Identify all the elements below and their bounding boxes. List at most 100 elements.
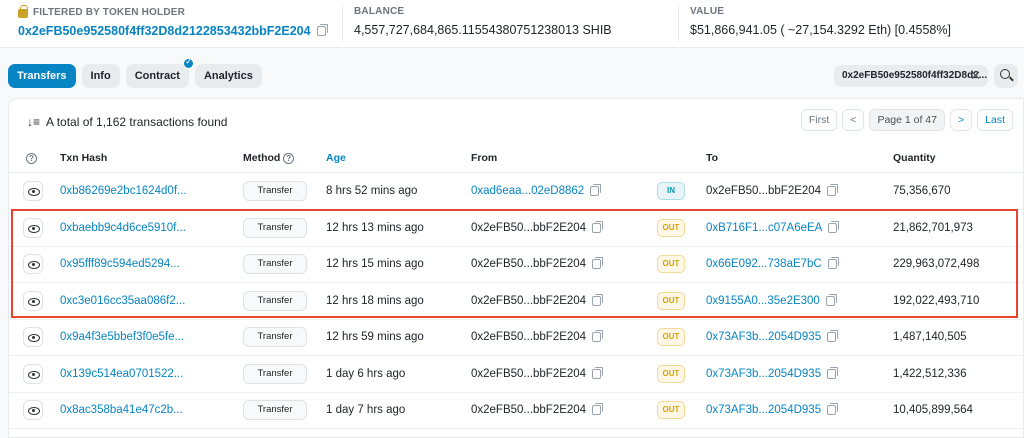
page-info: Page 1 of 47 (869, 109, 945, 131)
divider (678, 6, 679, 42)
direction-badge: OUT (657, 255, 685, 273)
search-button[interactable] (994, 64, 1018, 88)
txn-hash-link[interactable]: 0x8ac358ba41e47c2b... (60, 404, 183, 416)
eye-icon[interactable] (23, 217, 43, 238)
age-cell: 12 hrs 15 mins ago (326, 258, 424, 270)
eye-icon[interactable] (23, 290, 43, 311)
table-row: 0x139c514ea0701522... Transfer 1 day 6 hrs… (9, 357, 1024, 393)
age-cell: 8 hrs 52 mins ago (326, 185, 418, 197)
copy-icon[interactable] (592, 293, 604, 306)
copy-icon[interactable] (827, 257, 839, 269)
copy-icon[interactable] (592, 403, 604, 415)
pagination: First < Page 1 of 47 > Last (800, 109, 1013, 131)
from-address[interactable]: 0xad6eaa...02eD8862 (471, 185, 584, 197)
to-address[interactable]: 0x9155A0...35e2E300 (706, 295, 820, 307)
eye-icon[interactable] (23, 327, 43, 347)
tab-contract-label: Contract (134, 70, 180, 82)
table-row: 0x8ac358ba41e47c2b... Transfer 1 day 7 hrs… (9, 393, 1024, 429)
help-icon[interactable]: ? (283, 153, 295, 164)
table-row: 0xc3e016cc35aa086f2... Transfer 12 hrs 18 … (9, 284, 1024, 320)
holder-address-link[interactable]: 0x2eFB50e952580f4ff32D8d2122853432bbF2E2… (18, 24, 311, 38)
copy-icon[interactable] (592, 220, 604, 233)
txn-hash-link[interactable]: 0x9a4f3e5bbef3f0e5fe... (60, 331, 184, 343)
direction-badge: OUT (657, 364, 685, 383)
to-address: 0x2eFB50...bbF2E204 (706, 185, 822, 197)
eye-icon[interactable] (23, 181, 43, 201)
copy-icon[interactable] (827, 403, 839, 415)
method-badge: Transfer (243, 254, 307, 274)
first-page-button[interactable]: First (800, 109, 838, 131)
table-row: 0x95fff89c594ed5294... Transfer 12 hrs 15 … (9, 247, 1024, 283)
quantity-cell: 192,022,493,710 (893, 294, 980, 307)
from-address: 0x2eFB50...bbF2E204 (471, 221, 587, 234)
from-cell: 0x2eFB50...bbF2E204 (471, 366, 604, 380)
eye-icon[interactable] (23, 254, 43, 274)
age-cell: 12 hrs 18 mins ago (326, 294, 424, 307)
tab-transfers[interactable]: Transfers (8, 64, 76, 88)
copy-icon[interactable] (827, 184, 839, 196)
col-method: Method ? (243, 152, 295, 164)
close-icon[interactable]: ✕ (970, 68, 981, 84)
quantity-cell: 1,422,512,336 (893, 367, 967, 380)
to-address[interactable]: 0x66E092...738aE7bC (706, 258, 822, 270)
from-cell: 0x2eFB50...bbF2E204 (471, 220, 604, 234)
method-badge: Transfer (243, 217, 307, 238)
copy-icon[interactable] (828, 220, 840, 233)
value-stat: VALUE $51,866,941.05 ( ~27,154.3292 Eth)… (690, 6, 951, 37)
col-from: From (471, 152, 498, 164)
balance-stat: BALANCE 4,557,727,684,865.11554380751238… (354, 6, 612, 37)
sort-icon[interactable]: ↓≡ (27, 115, 40, 129)
next-page-button[interactable]: > (950, 109, 973, 131)
age-cell: 1 day 7 hrs ago (326, 404, 406, 416)
txn-hash-link[interactable]: 0xb86269e2bc1624d0f... (60, 185, 187, 197)
to-address[interactable]: 0x73AF3b...2054D935 (706, 368, 821, 380)
help-icon[interactable]: ? (26, 153, 37, 164)
copy-icon[interactable] (592, 330, 604, 342)
prev-page-button[interactable]: < (842, 109, 865, 131)
copy-icon[interactable] (316, 24, 328, 36)
tab-contract[interactable]: Contract ✓ (125, 58, 194, 88)
col-age[interactable]: Age (326, 152, 346, 164)
address-filter-pill: 0x2eFB50e952580f4ff32D8d2... ✕ (834, 65, 988, 87)
to-address[interactable]: 0x73AF3b...2054D935 (706, 331, 821, 343)
quantity-cell: 229,963,072,498 (893, 258, 980, 270)
table-header: ? Txn Hash Method ? Age From To Quantity (9, 149, 1024, 169)
txn-hash-link[interactable]: 0x139c514ea0701522... (60, 368, 183, 380)
balance-value: 4,557,727,684,865.11554380751238013 SHIB (354, 23, 612, 37)
direction-badge: OUT (657, 401, 685, 419)
from-address: 0x2eFB50...bbF2E204 (471, 258, 587, 270)
summary-text: A total of 1,162 transactions found (46, 115, 228, 129)
token-holder-summary: FILTERED BY TOKEN HOLDER 0x2eFB50e952580… (0, 0, 1024, 48)
direction-badge: OUT (657, 328, 685, 346)
eye-icon[interactable] (23, 400, 43, 420)
tab-analytics[interactable]: Analytics (194, 64, 262, 88)
copy-icon[interactable] (827, 330, 839, 342)
method-badge: Transfer (243, 290, 307, 311)
copy-icon[interactable] (592, 366, 604, 379)
copy-icon[interactable] (825, 293, 837, 306)
from-cell: 0x2eFB50...bbF2E204 (471, 403, 604, 416)
eye-icon[interactable] (23, 363, 43, 384)
table-row: 0xbaebb9c4d6ce5910f... Transfer 12 hrs 13 … (9, 211, 1024, 247)
to-cell: 0x2eFB50...bbF2E204 (706, 184, 839, 197)
method-badge: Transfer (243, 400, 307, 420)
tab-info[interactable]: Info (81, 64, 120, 88)
to-cell: 0xB716F1...c07A6eEA (706, 220, 840, 234)
quantity-cell: 1,487,140,505 (893, 331, 967, 343)
txn-hash-link[interactable]: 0x95fff89c594ed5294... (60, 258, 180, 270)
table-row: 0xb86269e2bc1624d0f... Transfer 8 hrs 52 m… (9, 174, 1024, 210)
last-page-button[interactable]: Last (977, 109, 1013, 131)
copy-icon[interactable] (827, 366, 839, 379)
to-address[interactable]: 0xB716F1...c07A6eEA (706, 222, 822, 234)
method-badge: Transfer (243, 181, 307, 201)
txn-hash-link[interactable]: 0xc3e016cc35aa086f2... (60, 295, 185, 307)
txn-hash-link[interactable]: 0xbaebb9c4d6ce5910f... (60, 222, 186, 234)
table-row: 0x9a4f3e5bbef3f0e5fe... Transfer 12 hrs 59… (9, 320, 1024, 356)
to-address[interactable]: 0x73AF3b...2054D935 (706, 404, 821, 416)
copy-icon[interactable] (590, 184, 602, 196)
quantity-cell: 21,862,701,973 (893, 221, 973, 234)
to-cell: 0x73AF3b...2054D935 (706, 366, 839, 380)
to-cell: 0x66E092...738aE7bC (706, 257, 839, 270)
copy-icon[interactable] (592, 257, 604, 269)
filter-address: 0x2eFB50e952580f4ff32D8d2... (842, 70, 988, 81)
